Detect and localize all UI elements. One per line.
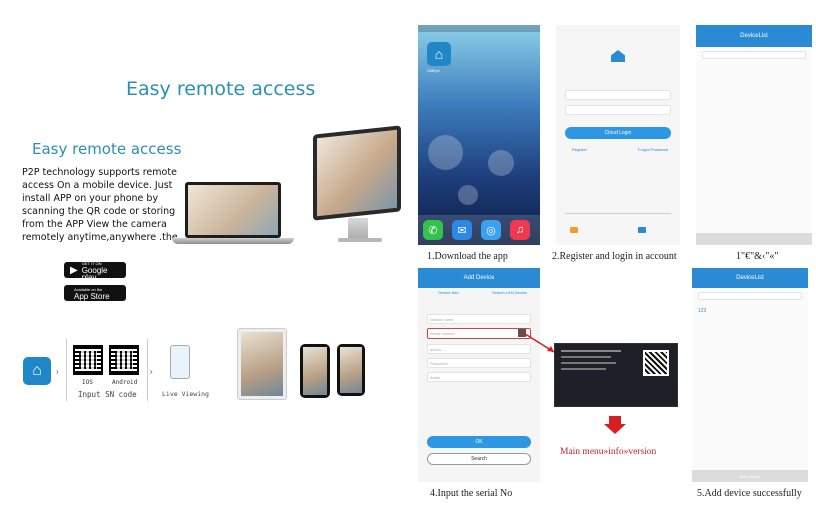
add-device-screen: Add Device Device Add Search LAN Device … (418, 268, 540, 482)
ios-home-screen: ⌂ XMEye ✆ ✉ ◎ ♫ (418, 25, 540, 245)
search-button[interactable]: Search (427, 453, 531, 465)
device-entry[interactable]: 123 (698, 308, 706, 314)
username-field[interactable] (565, 90, 671, 100)
safari-icon[interactable]: ◎ (481, 220, 501, 240)
device-list-header: DeviceList (692, 268, 808, 288)
audio-toggle[interactable]: Audio (427, 372, 531, 382)
phone-icon[interactable]: ✆ (423, 220, 443, 240)
subhead: Easy remote access (32, 140, 182, 158)
step3-caption: 1"€"&‹"«" (736, 251, 779, 262)
description: P2P technology supports remote access On… (22, 167, 178, 243)
desktop-stand (348, 218, 368, 240)
tab-device-add[interactable]: Device Add (418, 290, 479, 300)
divider (565, 213, 671, 214)
live-viewing-caption: Live Viewing (162, 390, 209, 398)
direct-login-icon[interactable] (638, 227, 646, 233)
desktop-foot (338, 238, 382, 242)
app-logo-icon (611, 50, 625, 62)
add-device-header: Add Device (418, 268, 540, 288)
phone-image (337, 344, 365, 396)
phone-outline-image (170, 345, 190, 379)
step5-caption: 5.Add device successfully (697, 488, 802, 499)
qr-label-android: Android (112, 379, 138, 386)
app-store-label: App Store (74, 292, 110, 301)
qr-label-ios: IOS (82, 379, 93, 386)
add-device-bottom-bar[interactable]: Add Device (692, 470, 808, 482)
google-play-label: Google play (81, 265, 108, 282)
step1-caption: 1.Download the app (427, 251, 508, 262)
serial-number-field[interactable]: Serial number (427, 328, 531, 339)
username-field[interactable]: admin (427, 344, 531, 354)
phone-image (300, 344, 330, 398)
device-name-field[interactable]: Device name (427, 314, 531, 324)
mail-icon[interactable]: ✉ (452, 220, 472, 240)
password-field[interactable]: Password (427, 358, 531, 368)
add-device-title: Add Device (463, 275, 495, 281)
device-list-title: DeviceList (740, 33, 768, 39)
menu-path-text: Main menu»info»version (560, 447, 657, 457)
password-field[interactable] (565, 105, 671, 115)
input-sn-caption: Input SN code (78, 390, 137, 399)
device-list-header: DeviceList (696, 25, 812, 47)
down-arrow-icon (604, 424, 626, 434)
xmeye-app-icon[interactable]: ⌂ (427, 42, 451, 66)
headline: Easy remote access (126, 78, 316, 100)
device-list-screen-added: DeviceList 123 Add Device (692, 268, 808, 482)
app-name-label: XMEye (427, 68, 440, 73)
google-play-badge[interactable]: ▶ GET IT ON Google play (64, 261, 126, 282)
arrow-icon: › (56, 367, 59, 376)
register-link[interactable]: Register (572, 147, 587, 152)
login-button[interactable]: Cloud Login (565, 127, 671, 139)
tab-search-lan[interactable]: Search LAN Device (479, 290, 540, 300)
desktop-monitor-image (313, 125, 401, 221)
play-icon: ▶ (70, 264, 78, 276)
device-list-screen-empty: DeviceList (696, 25, 812, 245)
search-field[interactable] (702, 51, 806, 59)
arrow-icon: › (150, 367, 153, 376)
dvr-info-screen (554, 343, 678, 407)
forgot-password-link[interactable]: Forgot Password (638, 147, 668, 152)
dvr-qr-code (643, 350, 669, 376)
step2-caption: 2.Register and login in account (552, 251, 677, 262)
tablet-image (237, 328, 287, 400)
local-login-icon[interactable] (570, 227, 578, 233)
app-store-badge[interactable]: Available on the App Store (64, 285, 126, 301)
qr-code-android (109, 345, 139, 375)
ok-button[interactable]: OK (427, 436, 531, 448)
step4-caption: 4.Input the serial No (430, 488, 513, 499)
search-field[interactable] (698, 292, 802, 300)
music-icon[interactable]: ♫ (510, 220, 530, 240)
login-screen: Cloud Login Register Forgot Password (556, 25, 680, 245)
app-home-icon: ⌂ (23, 357, 51, 385)
qr-code-ios (73, 345, 103, 375)
bottom-bar (696, 233, 812, 245)
device-list-title: DeviceList (736, 275, 764, 281)
laptop-base (172, 238, 294, 244)
laptop-image (185, 182, 281, 238)
